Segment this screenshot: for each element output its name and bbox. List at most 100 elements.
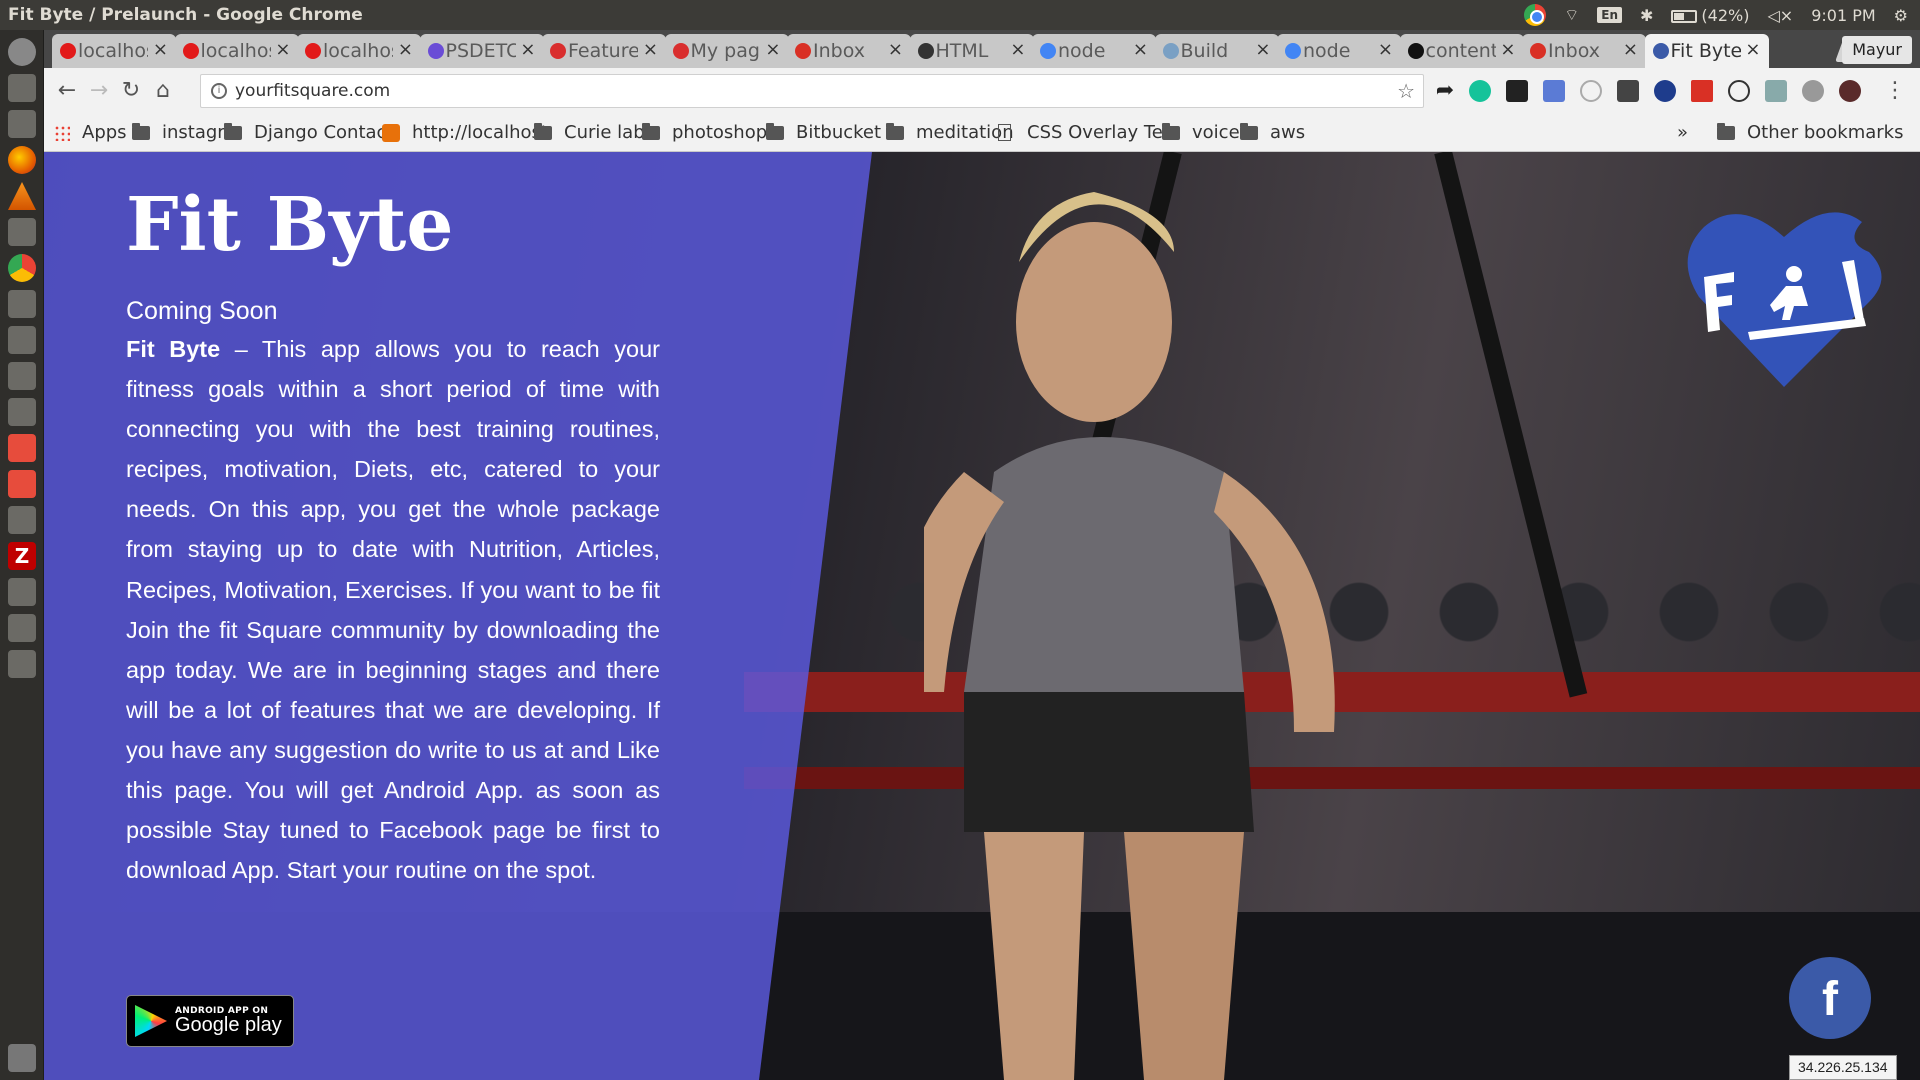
drive-icon[interactable] [8,578,36,606]
tab-2[interactable]: localhost× [297,34,421,68]
menu-dots-icon[interactable]: ⋮ [1882,78,1908,104]
volume-muted-icon[interactable]: ◁× [1767,6,1793,25]
address-bar[interactable]: i yourfitsquare.com ☆ [200,74,1424,108]
mail-icon[interactable] [8,470,36,498]
tab-0[interactable]: localhost× [52,34,176,68]
speed-icon[interactable] [1728,80,1750,102]
tab-close-icon[interactable]: × [275,39,290,60]
chrome-indicator-icon[interactable] [1524,4,1547,26]
extension-circle-icon[interactable] [1580,80,1602,102]
tab-8[interactable]: node × [1032,34,1156,68]
tab-4[interactable]: Feature × [542,34,666,68]
recorder-icon[interactable] [8,506,36,534]
github-icon [1407,43,1424,59]
bookmark-4[interactable]: Curie lab [534,122,645,143]
tab-11[interactable]: content × [1399,34,1524,68]
tab-5[interactable]: My page× [664,34,789,68]
fit-byte-logo [1687,212,1882,387]
tab-close-icon[interactable]: × [1623,39,1638,60]
robo-icon[interactable] [8,398,36,426]
system-monitor-icon[interactable] [8,218,36,246]
folder-icon [534,122,552,140]
bookmark-6[interactable]: Bitbucket [766,122,881,143]
bookmark-5[interactable]: photoshop [642,122,767,143]
keyboard-layout[interactable]: En [1597,7,1623,23]
filezilla-icon[interactable]: Z [8,542,36,570]
pushbullet-icon[interactable] [1654,80,1676,102]
code-icon[interactable] [1765,80,1787,102]
bookmark-8[interactable]: CSS Overlay Tec [998,122,1173,143]
back-arrow-icon[interactable]: ← [54,78,80,104]
tab-close-icon[interactable]: × [1255,39,1270,60]
home-icon[interactable]: ⌂ [150,78,176,104]
tab-13[interactable]: Fit Byte × [1644,34,1769,68]
vlc-icon[interactable] [8,182,36,210]
gmail-extension-icon[interactable] [1691,80,1713,102]
tab-3[interactable]: PSDETCH× [419,34,544,68]
tab-9[interactable]: Build × [1154,34,1279,68]
forward-arrow-icon[interactable]: → [86,78,112,104]
url-text[interactable]: yourfitsquare.com [235,81,390,101]
bluetooth-icon[interactable]: ✱ [1640,6,1653,25]
bookmark-9[interactable]: voice [1162,122,1240,143]
files-icon[interactable] [8,74,36,102]
globe-icon[interactable] [1802,80,1824,102]
tab-close-icon[interactable]: × [398,39,413,60]
k-avatar-icon[interactable] [1839,80,1861,102]
google-play-badge[interactable]: ANDROID APP ON Google play [126,995,294,1047]
tab-10[interactable]: node × [1277,34,1401,68]
wifi-icon[interactable]: ⌔ [1564,5,1579,25]
trash-icon[interactable] [8,1044,36,1072]
tab-close-icon[interactable]: × [1010,39,1025,60]
terminal-icon[interactable] [8,110,36,138]
profile-button[interactable]: Mayur [1842,36,1912,64]
localhost-icon [382,123,400,142]
tab-close-icon[interactable]: × [153,39,168,60]
bookmark-0[interactable]: Apps [54,122,127,143]
disk-icon[interactable] [8,614,36,642]
facebook-button[interactable]: f [1789,957,1871,1039]
bookmark-7[interactable]: meditation [886,122,1014,143]
pycharm-icon[interactable] [8,362,36,390]
chrome-launcher-icon[interactable] [8,254,36,282]
info-icon[interactable]: i [211,83,227,99]
extension-icon[interactable] [1543,80,1565,102]
bookmark-2[interactable]: Django Contact [224,122,394,143]
dash-icon[interactable] [8,38,36,66]
bookmark-12[interactable]: Other bookmarks [1717,122,1903,143]
tab-close-icon[interactable]: × [1133,39,1148,60]
tab-12[interactable]: Inbox × [1522,34,1646,68]
share-arrow-icon[interactable]: ➦ [1432,78,1458,104]
bookmark-star-icon[interactable]: ☆ [1397,79,1415,103]
tab-close-icon[interactable]: × [1745,39,1760,60]
battery-percent: (42%) [1701,5,1750,25]
tab-close-icon[interactable]: × [643,39,658,60]
tab-7[interactable]: HTML × [909,34,1034,68]
settings-gear-icon[interactable]: ⚙ [1894,6,1908,25]
bookmark-10[interactable]: aws [1240,122,1305,143]
reload-icon[interactable]: ↻ [118,78,144,104]
google-icon [1285,43,1301,59]
battery-indicator[interactable]: (42%) [1671,6,1749,25]
sublime-icon[interactable] [8,290,36,318]
tab-label: Fit Byte [1670,40,1741,62]
tab-close-icon[interactable]: × [888,39,903,60]
screenshot-icon[interactable] [8,326,36,354]
amazon-icon[interactable] [1506,80,1528,102]
tab-close-icon[interactable]: × [1500,39,1515,60]
bookmark-11[interactable]: » [1677,122,1688,143]
tab-close-icon[interactable]: × [520,39,535,60]
grammarly-icon[interactable] [1469,80,1491,102]
tab-close-icon[interactable]: × [1378,39,1393,60]
tab-1[interactable]: localhost× [174,34,299,68]
tab-6[interactable]: Inbox × [787,34,911,68]
postman-icon[interactable] [8,434,36,462]
mail-extension-icon[interactable] [1617,80,1639,102]
clock[interactable]: 9:01 PM [1811,6,1875,25]
disk-icon-2[interactable] [8,650,36,678]
firefox-icon[interactable] [8,146,36,174]
bookmark-3[interactable]: http://localhost: [382,122,554,143]
tab-label: Build [1180,40,1229,62]
bookmark-1[interactable]: instagr [132,122,225,143]
tab-close-icon[interactable]: × [765,39,780,60]
